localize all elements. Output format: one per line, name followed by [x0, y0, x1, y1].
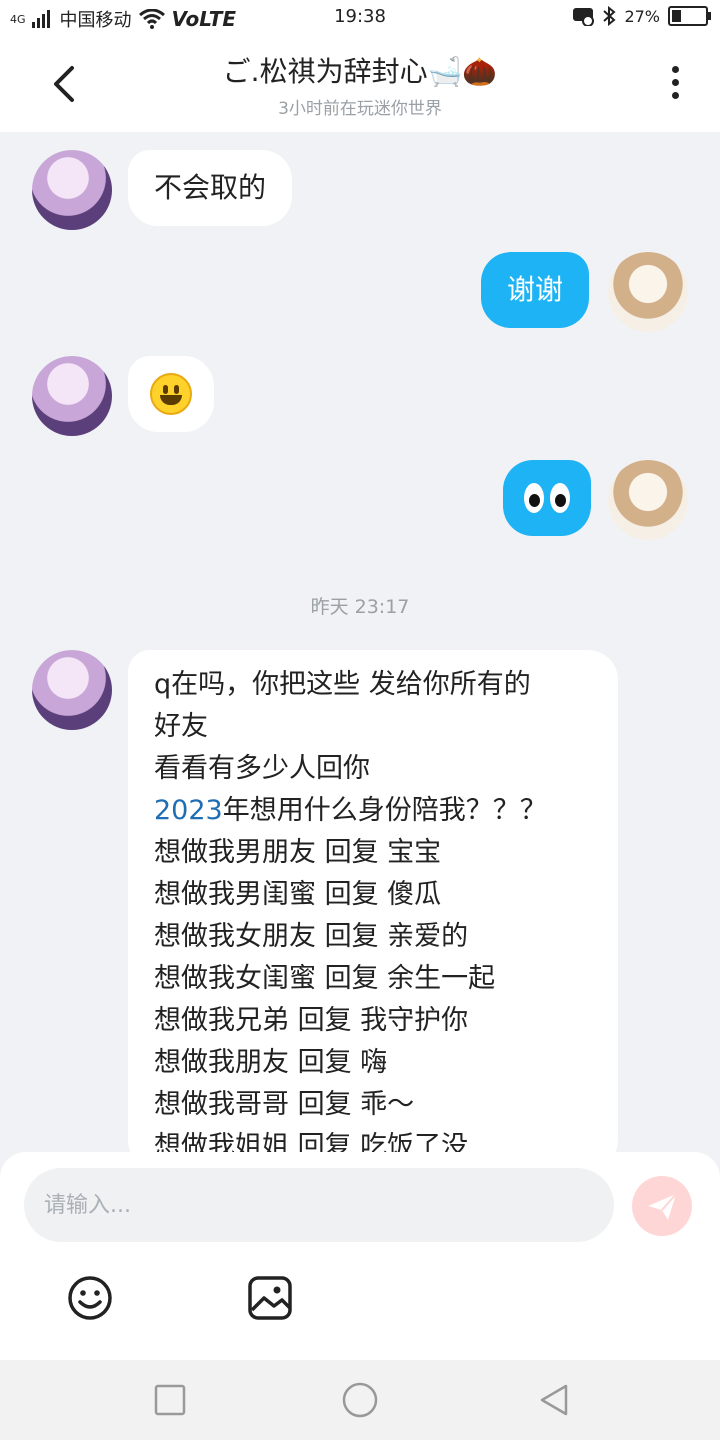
emoji-bubble[interactable] — [503, 460, 591, 536]
my-avatar[interactable] — [608, 252, 688, 332]
composer — [0, 1152, 720, 1360]
status-right: 27% — [572, 6, 711, 26]
image-icon — [248, 1276, 292, 1320]
message-line: 看看有多少人回你 — [154, 753, 370, 784]
image-button[interactable] — [246, 1274, 296, 1324]
message-bubble[interactable]: 谢谢 — [481, 252, 590, 328]
message-line: 想做我哥哥 回复 乖～ — [154, 1089, 415, 1120]
chat-header: ご.松祺为辞封心🛁🌰 3小时前在玩迷你世界 — [0, 36, 720, 132]
eyes-emoji-icon — [524, 483, 570, 513]
contact-avatar[interactable] — [32, 650, 112, 730]
contact-avatar[interactable] — [32, 356, 112, 436]
message-line: 想做我朋友 回复 嗨 — [154, 1047, 388, 1078]
my-avatar[interactable] — [608, 460, 688, 540]
message-line: 想做我兄弟 回复 我守护你 — [154, 1005, 469, 1036]
message-line: 想做我男闺蜜 回复 傻瓜 — [154, 879, 442, 910]
message-input[interactable] — [24, 1168, 614, 1242]
send-button[interactable] — [632, 1176, 692, 1236]
triangle-back-icon — [540, 1384, 568, 1416]
message-line: 2023年想用什么身份陪我？？？ — [154, 795, 547, 826]
message-line: q在吗，你把这些 发给你所有的 — [154, 669, 531, 700]
contact-name: ご.松祺为辞封心🛁🌰 — [222, 55, 498, 88]
smiley-icon — [68, 1276, 112, 1320]
emoji-button[interactable] — [66, 1274, 116, 1324]
status-bar: 4G 中国移动 VoLTE 19:38 27% — [0, 0, 720, 36]
square-icon — [154, 1384, 186, 1416]
long-message-bubble[interactable]: q在吗，你把这些 发给你所有的 好友 看看有多少人回你 2023年想用什么身份陪… — [128, 650, 618, 1152]
year-link[interactable]: 2023 — [154, 795, 223, 826]
message-line: 想做我男朋友 回复 宝宝 — [154, 837, 442, 868]
back-nav-button[interactable] — [536, 1382, 572, 1418]
chat-area[interactable]: 不会取的 谢谢 昨天 23:17 q在吗，你把这些 发给你所有的 好友 看看有多… — [0, 132, 720, 1152]
system-navigation-bar — [0, 1360, 720, 1440]
emoji-bubble[interactable] — [128, 356, 214, 432]
message-line: 想做我女闺蜜 回复 余生一起 — [154, 963, 496, 994]
battery-percent: 27% — [624, 6, 660, 26]
message-timestamp: 昨天 23:17 — [310, 596, 410, 618]
contact-status: 3小时前在玩迷你世界 — [278, 99, 442, 119]
contact-avatar[interactable] — [32, 150, 112, 230]
message-line: 好友 — [154, 711, 208, 742]
more-options-button[interactable] — [660, 66, 690, 106]
message-notification-icon — [573, 8, 595, 26]
message-line: 想做我女朋友 回复 亲爱的 — [154, 921, 469, 952]
smile-emoji-icon — [150, 373, 192, 415]
circle-icon — [342, 1382, 378, 1418]
message-line: 想做我姐姐 回复 吃饭了没 — [154, 1131, 469, 1152]
paper-plane-icon — [648, 1193, 677, 1220]
recent-apps-button[interactable] — [152, 1382, 188, 1418]
message-bubble[interactable]: 不会取的 — [128, 150, 293, 226]
bluetooth-icon — [603, 6, 616, 26]
home-button[interactable] — [342, 1382, 378, 1418]
battery-icon — [668, 6, 711, 26]
